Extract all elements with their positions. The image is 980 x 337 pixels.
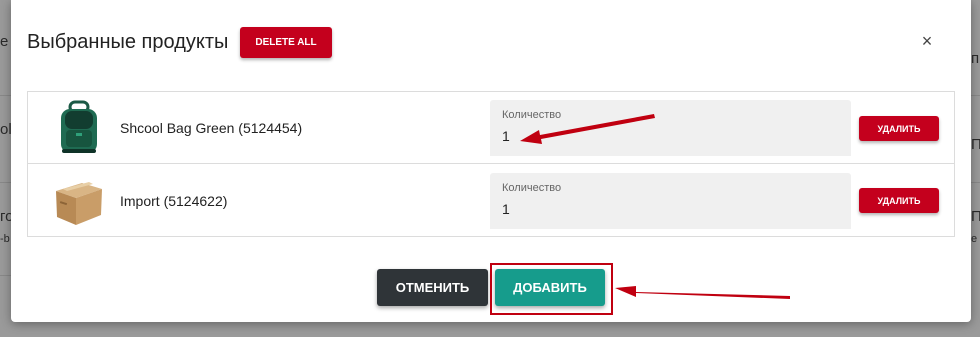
bg-text-fragment: e	[971, 233, 978, 245]
backpack-icon	[61, 100, 97, 153]
remove-product-button[interactable]: УДАЛИТЬ	[859, 116, 939, 141]
dialog-title: Выбранные продукты	[27, 31, 229, 53]
bg-divider	[971, 95, 980, 96]
delete-all-button[interactable]: DELETE ALL	[240, 27, 332, 58]
bg-text-fragment: П	[971, 136, 980, 153]
bg-divider	[0, 95, 11, 96]
quantity-input[interactable]	[502, 199, 802, 219]
list-item: Shcool Bag Green (5124454) Количество УД…	[28, 92, 954, 164]
selected-products-dialog: Выбранные продукты DELETE ALL × Shcool B…	[11, 0, 971, 322]
bg-divider	[0, 275, 11, 276]
quantity-label: Количество	[502, 109, 562, 121]
bg-text-fragment: П	[971, 208, 980, 225]
list-item: Import (5124622) Количество УДАЛИТЬ	[28, 165, 954, 237]
bg-text-fragment: -b	[0, 233, 10, 245]
product-name: Import (5124622)	[120, 193, 228, 209]
quantity-label: Количество	[502, 182, 562, 194]
remove-product-button[interactable]: УДАЛИТЬ	[859, 188, 939, 213]
product-list: Shcool Bag Green (5124454) Количество УД…	[27, 91, 955, 237]
bg-text-fragment: ol	[0, 121, 12, 138]
bg-divider	[971, 182, 980, 183]
bg-text-fragment: e	[0, 33, 9, 50]
close-icon[interactable]: ×	[916, 30, 938, 52]
product-name: Shcool Bag Green (5124454)	[120, 120, 303, 136]
quantity-field[interactable]: Количество	[490, 100, 851, 156]
cancel-button[interactable]: ОТМЕНИТЬ	[377, 269, 488, 306]
bg-divider	[0, 182, 11, 183]
quantity-input[interactable]	[502, 126, 802, 146]
quantity-field[interactable]: Количество	[490, 173, 851, 229]
bg-text-fragment: п	[971, 50, 980, 67]
cardboard-box-icon	[56, 182, 102, 225]
add-button[interactable]: ДОБАВИТЬ	[495, 269, 605, 306]
